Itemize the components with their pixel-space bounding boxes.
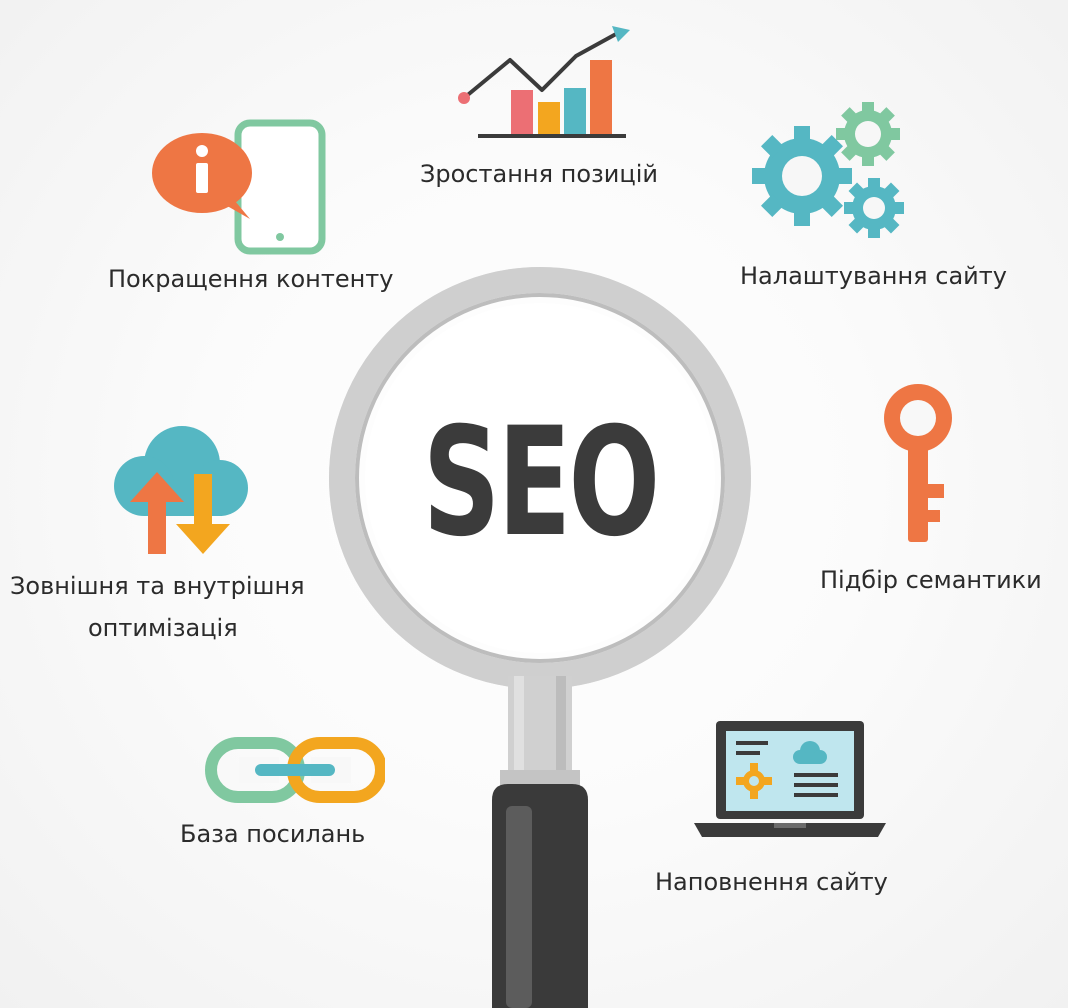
label-optimization-line2: оптимізація xyxy=(88,614,238,642)
tablet-info-icon xyxy=(152,119,326,255)
label-settings: Налаштування сайту xyxy=(740,262,1007,290)
gears-icon xyxy=(752,102,904,238)
label-semantics: Підбір семантики xyxy=(820,566,1042,594)
laptop-icon xyxy=(694,721,886,837)
seo-diagram: SEO Зростання позицій Покращення контент… xyxy=(0,0,1068,1008)
seo-title: SEO xyxy=(422,395,661,570)
chain-link-icon xyxy=(205,737,385,803)
label-links: База посилань xyxy=(180,820,366,848)
label-filling: Наповнення сайту xyxy=(655,868,888,896)
label-growth: Зростання позицій xyxy=(420,160,658,188)
label-optimization-line1: Зовнішня та внутрішня xyxy=(10,572,305,600)
growth-chart-icon xyxy=(458,26,630,138)
cloud-sync-icon xyxy=(114,426,248,554)
key-icon xyxy=(884,384,952,542)
label-content: Покращення контенту xyxy=(108,265,394,293)
